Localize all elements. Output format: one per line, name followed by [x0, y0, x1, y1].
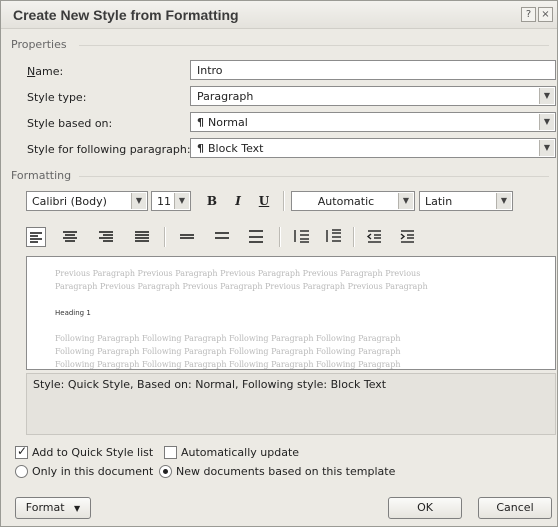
align-center-button[interactable]: [60, 227, 80, 247]
decrease-space-before-button[interactable]: [325, 227, 345, 247]
auto-update-label: Automatically update: [181, 446, 300, 459]
formatting-divider: [79, 176, 549, 177]
previous-paragraph-line: Paragraph Previous Paragraph Previous Pa…: [55, 282, 428, 291]
toolbar-separator: [283, 191, 285, 211]
justify-button[interactable]: [132, 227, 152, 247]
name-label: Name:: [27, 65, 64, 78]
style-based-on-label: Style based on:: [27, 117, 113, 130]
align-left-button[interactable]: [26, 227, 46, 247]
title-bar: Create New Style from Formatting ? ×: [1, 1, 557, 29]
style-type-label: Style type:: [27, 91, 87, 104]
chevron-down-icon[interactable]: ▼: [539, 88, 554, 104]
double-spacing-icon: [249, 230, 263, 243]
double-spacing-button[interactable]: [246, 227, 266, 247]
italic-button[interactable]: I: [228, 191, 248, 211]
script-value: Latin: [425, 195, 453, 208]
decrease-indent-icon: [366, 230, 381, 243]
chevron-down-icon[interactable]: ▼: [398, 193, 413, 209]
ok-button[interactable]: OK: [388, 497, 462, 519]
style-type-value: Paragraph: [197, 90, 254, 103]
add-quick-style-checkbox[interactable]: [15, 444, 28, 459]
bold-button[interactable]: B: [202, 191, 222, 211]
name-label-text: ame:: [35, 65, 64, 78]
style-based-on-select[interactable]: ¶ Normal ▼: [190, 112, 556, 132]
chevron-down-icon[interactable]: ▼: [539, 114, 554, 130]
font-color-value: Automatic: [317, 195, 375, 208]
style-based-on-value: Normal: [208, 116, 248, 129]
new-documents-label: New documents based on this template: [176, 465, 396, 478]
align-left-icon: [30, 232, 42, 243]
new-documents-option[interactable]: New documents based on this template: [159, 465, 395, 478]
close-button[interactable]: ×: [538, 7, 553, 22]
paragraph-mark-icon: ¶: [197, 116, 204, 129]
script-select[interactable]: Latin ▼: [419, 191, 513, 211]
following-paragraph-line: Following Paragraph Following Paragraph …: [55, 347, 401, 356]
preview-heading: Heading 1: [55, 309, 91, 317]
paragraph-mark-icon: ¶: [197, 142, 204, 155]
add-quick-style-option[interactable]: Add to Quick Style list: [15, 444, 154, 459]
auto-update-checkbox[interactable]: [164, 446, 177, 459]
toolbar-separator: [164, 227, 166, 247]
dialog-title: Create New Style from Formatting: [13, 7, 239, 23]
following-style-value: Block Text: [208, 142, 264, 155]
align-center-icon: [63, 231, 77, 242]
name-field[interactable]: Intro: [190, 60, 556, 80]
style-description: Style: Quick Style, Based on: Normal, Fo…: [26, 373, 556, 435]
style-preview: Previous Paragraph Previous Paragraph Pr…: [26, 256, 556, 370]
cancel-button[interactable]: Cancel: [478, 497, 552, 519]
increase-space-before-button[interactable]: [293, 227, 313, 247]
following-paragraph-line: Following Paragraph Following Paragraph …: [55, 360, 401, 369]
new-documents-radio[interactable]: [159, 465, 172, 478]
format-button[interactable]: Format ▼: [15, 497, 91, 519]
decrease-indent-button[interactable]: [365, 227, 385, 247]
font-value: Calibri (Body): [32, 195, 107, 208]
increase-indent-button[interactable]: [398, 227, 418, 247]
formatting-section-label: Formatting: [11, 169, 72, 182]
underline-button[interactable]: U: [254, 191, 274, 211]
caret-down-icon: ▼: [74, 504, 81, 513]
chevron-down-icon[interactable]: ▼: [174, 193, 189, 209]
font-select[interactable]: Calibri (Body) ▼: [26, 191, 148, 211]
properties-section-label: Properties: [11, 38, 67, 51]
chevron-down-icon[interactable]: ▼: [496, 193, 511, 209]
format-button-label: Format: [25, 501, 65, 514]
create-style-dialog: Create New Style from Formatting ? × Pro…: [0, 0, 558, 527]
only-this-document-radio[interactable]: [15, 465, 28, 478]
align-right-button[interactable]: [96, 227, 116, 247]
one-half-spacing-button[interactable]: [212, 227, 232, 247]
help-button[interactable]: ?: [521, 7, 536, 22]
only-this-document-option[interactable]: Only in this document: [15, 465, 153, 478]
single-spacing-icon: [180, 234, 194, 239]
space-before-icon: [294, 230, 309, 243]
toolbar-separator: [279, 227, 281, 247]
only-this-document-label: Only in this document: [32, 465, 154, 478]
space-after-icon: [326, 229, 341, 242]
previous-paragraph-line: Previous Paragraph Previous Paragraph Pr…: [55, 269, 421, 278]
increase-indent-icon: [400, 230, 414, 243]
font-color-select[interactable]: Automatic ▼: [291, 191, 415, 211]
properties-divider: [79, 45, 549, 46]
add-quick-style-label: Add to Quick Style list: [32, 446, 154, 459]
style-type-select[interactable]: Paragraph ▼: [190, 86, 556, 106]
following-style-select[interactable]: ¶ Block Text ▼: [190, 138, 556, 158]
justify-icon: [135, 231, 149, 242]
align-right-icon: [99, 231, 113, 242]
following-paragraph-line: Following Paragraph Following Paragraph …: [55, 334, 401, 343]
auto-update-option[interactable]: Automatically update: [164, 446, 299, 459]
chevron-down-icon[interactable]: ▼: [539, 140, 554, 156]
font-size-value: 11: [157, 195, 171, 208]
one-half-spacing-icon: [215, 232, 229, 239]
following-style-label: Style for following paragraph:: [27, 143, 191, 156]
toolbar-separator: [353, 227, 355, 247]
single-spacing-button[interactable]: [177, 227, 197, 247]
font-size-select[interactable]: 11 ▼: [151, 191, 191, 211]
chevron-down-icon[interactable]: ▼: [131, 193, 146, 209]
